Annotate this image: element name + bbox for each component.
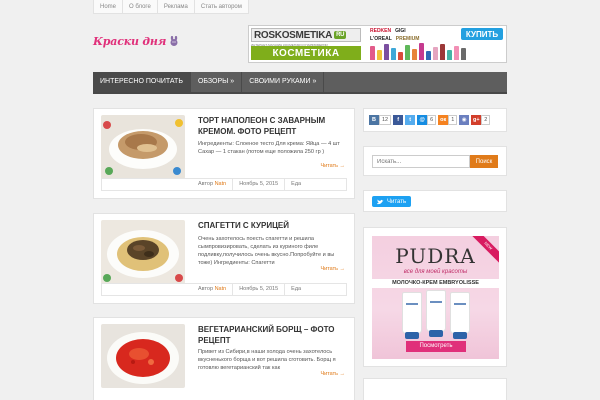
post-excerpt: Ингредиенты: Слоеное тесто Для крема: Яй… xyxy=(198,141,340,155)
post-thumbnail[interactable] xyxy=(101,324,185,388)
twitter-follow-label: Читать xyxy=(387,198,407,205)
nav-reviews[interactable]: ОБЗОРЫ » xyxy=(191,72,243,92)
share-button[interactable]: В 12 xyxy=(369,115,392,125)
share-count: 6 xyxy=(427,115,437,125)
post-author-link[interactable]: Natn xyxy=(215,181,227,187)
vk-icon: В xyxy=(369,115,379,125)
post-date: Ноябрь 5, 2015 xyxy=(233,179,286,190)
top-navigation: Home О блоге Реклама Стать автором xyxy=(93,0,249,14)
ad-tagline: все для моей красоты xyxy=(403,269,468,275)
sidebar-ad-widget: NEW PUDRA все для моей красоты МОЛОЧКО-К… xyxy=(363,227,507,367)
share-button[interactable]: @6 xyxy=(417,115,437,125)
post-category-link[interactable]: Еда xyxy=(285,179,307,190)
product-tube-image xyxy=(402,292,422,339)
product-tube-image xyxy=(426,290,446,337)
topnav-ads-link[interactable]: Реклама xyxy=(158,0,195,13)
ad-brand: PUDRA xyxy=(395,244,476,268)
share-button[interactable]: g+ 2 xyxy=(471,115,491,125)
post-title[interactable]: ТОРТ НАПОЛЕОН С ЗАВАРНЫМ КРЕМОМ. ФОТО РЕ… xyxy=(198,115,348,137)
post-meta: Автор Natn Ноябрь 5, 2015 Еда xyxy=(101,178,347,191)
banner-buy-button[interactable]: КУПИТЬ xyxy=(461,28,503,40)
twitter-follow-button[interactable]: Читать xyxy=(372,196,412,207)
post-thumbnail[interactable] xyxy=(101,220,185,284)
banner-product-images xyxy=(370,40,503,60)
sidebar-widget xyxy=(363,378,507,400)
site-logo-text: Краски дня xyxy=(93,35,167,48)
odnoklassniki-icon: ок xyxy=(438,115,449,125)
twitter-icon: t xyxy=(405,115,416,125)
share-count: 2 xyxy=(481,115,491,125)
mailru-icon: @ xyxy=(417,115,428,125)
share-count: 12 xyxy=(379,115,392,125)
post-date: Ноябрь 5, 2015 xyxy=(233,284,286,295)
share-button[interactable]: t xyxy=(405,115,416,125)
pudra-ad[interactable]: NEW PUDRA все для моей красоты МОЛОЧКО-К… xyxy=(372,236,499,359)
product-tube-image xyxy=(450,292,470,339)
bunny-icon xyxy=(170,36,178,46)
read-more-link[interactable]: Читать → xyxy=(320,163,345,169)
post-excerpt: Очень захотелось поесть спагетти и решил… xyxy=(198,236,335,266)
read-more-link[interactable]: Читать → xyxy=(320,266,345,272)
share-button[interactable]: ◉ xyxy=(459,115,470,125)
share-count: 1 xyxy=(448,115,458,125)
post-title[interactable]: ВЕГЕТАРИАНСКИЙ БОРЩ – ФОТО РЕЦЕПТ xyxy=(198,324,348,346)
main-navigation: ИНТЕРЕСНО ПОЧИТАТЬ ОБЗОРЫ » СВОИМИ РУКАМ… xyxy=(93,72,507,94)
twitter-bird-icon xyxy=(377,199,384,204)
post-author-link[interactable]: Natn xyxy=(215,286,227,292)
banner-category: КОСМЕТИКА xyxy=(251,46,361,60)
nav-diy[interactable]: СВОИМИ РУКАМИ » xyxy=(242,72,325,92)
topnav-home-link[interactable]: Home xyxy=(94,0,124,13)
post-thumbnail[interactable] xyxy=(101,115,185,179)
ad-product-name: МОЛОЧКО-КРЕМ EMBRYOLISSE xyxy=(372,279,499,288)
search-widget: Поиск xyxy=(363,146,507,176)
facebook-icon: f xyxy=(393,115,404,125)
site-logo[interactable]: Краски дня xyxy=(93,35,180,48)
post-card: ТОРТ НАПОЛЕОН С ЗАВАРНЫМ КРЕМОМ. ФОТО РЕ… xyxy=(93,108,355,199)
nav-interesting[interactable]: ИНТЕРЕСНО ПОЧИТАТЬ xyxy=(93,72,191,92)
post-meta: Автор Natn Ноябрь 5, 2015 Еда xyxy=(101,283,347,296)
post-excerpt: Привет из Сибири,в наши холода очень зах… xyxy=(198,349,336,371)
share-widget: В 12 f t @6 ок 1 ◉ g+ 2 xyxy=(363,108,507,132)
googleplus-icon: g+ xyxy=(471,115,482,125)
topnav-about-link[interactable]: О блоге xyxy=(123,0,158,13)
twitter-widget: Читать xyxy=(363,190,507,212)
topnav-become-author-link[interactable]: Стать автором xyxy=(195,0,248,13)
share-button[interactable]: f xyxy=(393,115,404,125)
share-button[interactable]: ок 1 xyxy=(438,115,458,125)
search-button[interactable]: Поиск xyxy=(470,155,498,168)
header-ad-banner[interactable]: ROSKOSMETIKA RU ИНТЕРНЕТ-МАГАЗИН КОСМЕТИК… xyxy=(248,25,507,63)
moimir-icon: ◉ xyxy=(459,115,470,125)
post-card: ВЕГЕТАРИАНСКИЙ БОРЩ – ФОТО РЕЦЕПТ Привет… xyxy=(93,317,355,400)
post-card: СПАГЕТТИ С КУРИЦЕЙ Очень захотелось поес… xyxy=(93,213,355,304)
ad-view-button[interactable]: Посмотреть xyxy=(406,341,466,352)
post-title[interactable]: СПАГЕТТИ С КУРИЦЕЙ xyxy=(198,220,348,231)
post-category-link[interactable]: Еда xyxy=(285,284,307,295)
search-input[interactable] xyxy=(372,155,470,168)
banner-brand: ROSKOSMETIKA RU xyxy=(251,28,361,42)
read-more-link[interactable]: Читать → xyxy=(320,371,345,377)
